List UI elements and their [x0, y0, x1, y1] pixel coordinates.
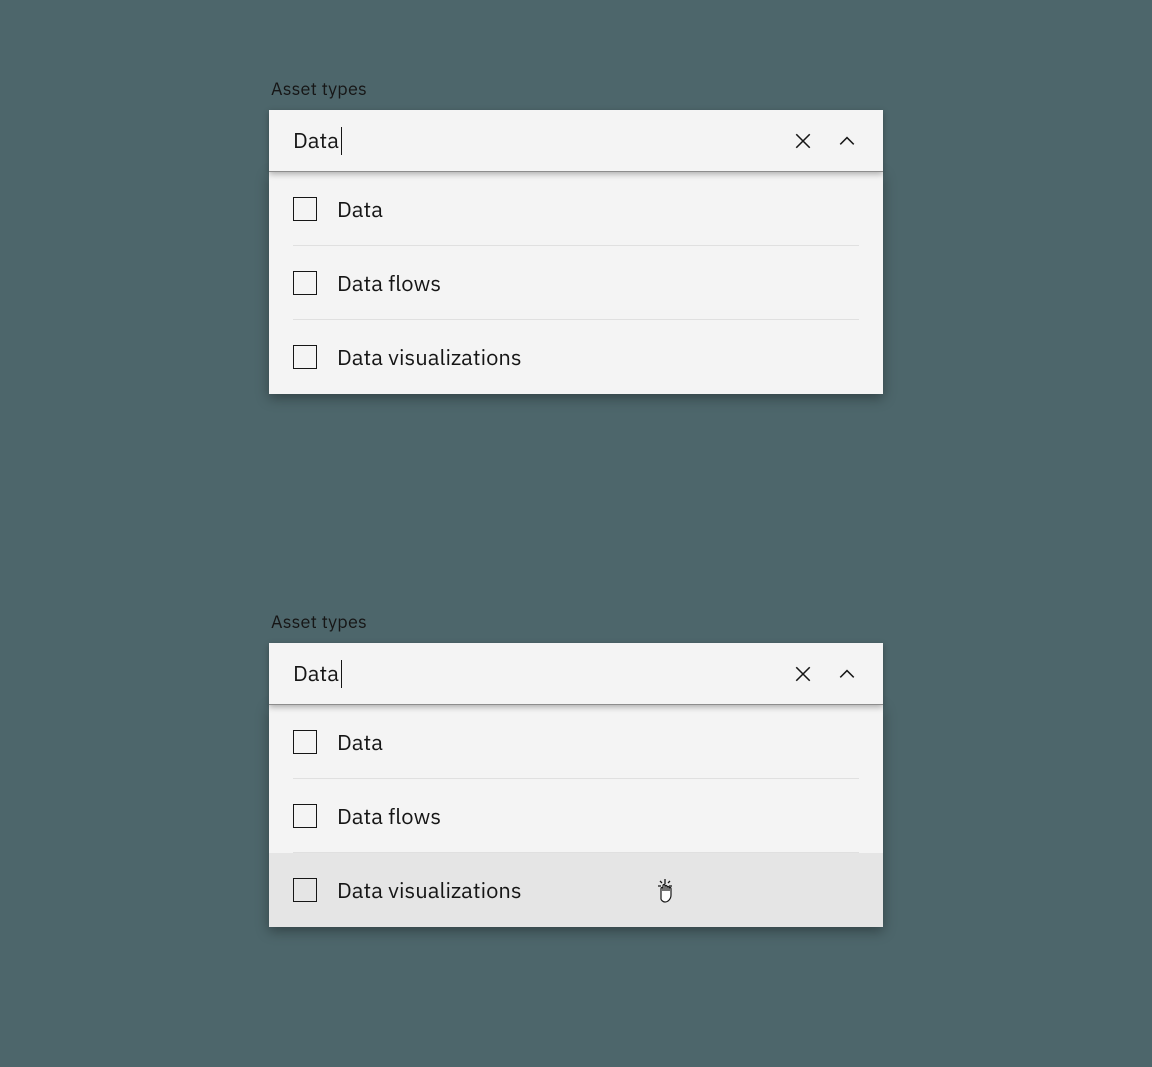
option-item[interactable]: Data: [269, 172, 883, 246]
multiselect-dropdown: Asset types Data Data: [269, 610, 883, 1067]
field-icons: [791, 662, 859, 686]
panel-bottom: Asset types Data Data: [0, 533, 1152, 1067]
clear-icon[interactable]: [791, 129, 815, 153]
option-item[interactable]: Data flows: [269, 246, 883, 320]
option-item[interactable]: Data flows: [269, 779, 883, 853]
filter-input[interactable]: Data: [293, 659, 791, 688]
text-caret: [341, 660, 342, 688]
option-label: Data: [337, 195, 383, 224]
filter-field[interactable]: Data: [269, 643, 883, 705]
chevron-up-icon[interactable]: [835, 129, 859, 153]
filter-field[interactable]: Data: [269, 110, 883, 172]
options-menu: Data Data flows Data visualizations: [269, 172, 883, 394]
option-label: Data flows: [337, 802, 441, 831]
field-label: Asset types: [271, 77, 883, 100]
multiselect-dropdown: Asset types Data Data: [269, 77, 883, 533]
filter-input[interactable]: Data: [293, 126, 791, 155]
checkbox[interactable]: [293, 804, 317, 828]
option-label: Data flows: [337, 269, 441, 298]
field-label: Asset types: [271, 610, 883, 633]
pointer-cursor-icon: [654, 877, 678, 903]
filter-input-value: Data: [293, 126, 339, 155]
option-item[interactable]: Data: [269, 705, 883, 779]
option-label: Data: [337, 728, 383, 757]
checkbox[interactable]: [293, 730, 317, 754]
text-caret: [341, 127, 342, 155]
checkbox[interactable]: [293, 271, 317, 295]
field-icons: [791, 129, 859, 153]
option-label: Data visualizations: [337, 343, 522, 372]
option-item[interactable]: Data visualizations: [269, 853, 883, 927]
filter-input-value: Data: [293, 659, 339, 688]
checkbox[interactable]: [293, 345, 317, 369]
options-menu: Data Data flows Data visualizations: [269, 705, 883, 927]
checkbox[interactable]: [293, 197, 317, 221]
chevron-up-icon[interactable]: [835, 662, 859, 686]
option-item[interactable]: Data visualizations: [269, 320, 883, 394]
clear-icon[interactable]: [791, 662, 815, 686]
checkbox[interactable]: [293, 878, 317, 902]
option-label: Data visualizations: [337, 876, 522, 905]
panel-top: Asset types Data Data: [0, 0, 1152, 533]
